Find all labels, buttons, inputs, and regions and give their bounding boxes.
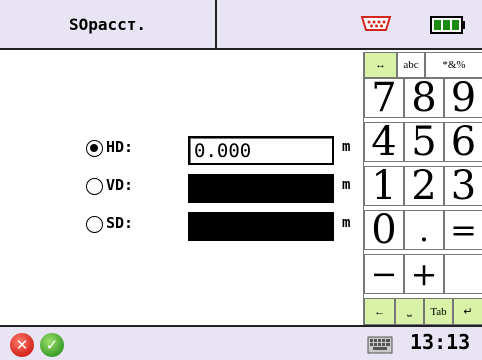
- space-key[interactable]: ⎵: [395, 298, 424, 325]
- hd-unit: m: [342, 139, 351, 155]
- key-plus[interactable]: +: [404, 254, 444, 294]
- sd-unit: m: [342, 215, 351, 231]
- sd-radio[interactable]: [86, 216, 103, 233]
- hd-input[interactable]: 0.000: [188, 136, 334, 165]
- vd-input[interactable]: [188, 174, 334, 203]
- status-bar: ✕ ✓ 13:13: [0, 325, 482, 360]
- clock: 13:13: [410, 330, 471, 354]
- hd-value: 0.000: [194, 140, 252, 162]
- title-bar: SOрасст.: [0, 0, 482, 50]
- hd-radio[interactable]: [86, 140, 103, 157]
- enter-key[interactable]: ↵: [453, 298, 482, 325]
- key-0[interactable]: 0: [364, 210, 404, 250]
- vd-unit: m: [342, 177, 351, 193]
- key-6[interactable]: 6: [444, 122, 482, 162]
- keyboard-icon[interactable]: [367, 335, 393, 355]
- key-2[interactable]: 2: [404, 166, 444, 206]
- key-4[interactable]: 4: [364, 122, 404, 162]
- key-blank[interactable]: [444, 254, 482, 294]
- key-1[interactable]: 1: [364, 166, 404, 206]
- vd-label: VD:: [106, 176, 134, 194]
- backspace-key[interactable]: ←: [364, 298, 395, 325]
- serial-connector-icon: [360, 16, 392, 31]
- battery-full-icon: [430, 16, 465, 34]
- vd-radio[interactable]: [86, 178, 103, 195]
- onscreen-keypad: ↔ abc *&% 7 8 9 4 5 6 1 2 3 0 . = − + ← …: [363, 52, 482, 325]
- key-3[interactable]: 3: [444, 166, 482, 206]
- sd-input[interactable]: [188, 212, 334, 241]
- key-decimal[interactable]: .: [404, 210, 444, 250]
- key-5[interactable]: 5: [404, 122, 444, 162]
- screen-title: SOрасст.: [0, 0, 217, 48]
- tab-key[interactable]: Tab: [424, 298, 453, 325]
- hd-label: HD:: [106, 138, 134, 156]
- ok-icon[interactable]: ✓: [40, 333, 64, 357]
- key-9[interactable]: 9: [444, 78, 482, 118]
- cancel-icon[interactable]: ✕: [10, 333, 34, 357]
- key-equals[interactable]: =: [444, 210, 482, 250]
- key-8[interactable]: 8: [404, 78, 444, 118]
- keypad-control-bar: ← ⎵ Tab ↵: [364, 298, 482, 325]
- key-minus[interactable]: −: [364, 254, 404, 294]
- key-7[interactable]: 7: [364, 78, 404, 118]
- sd-label: SD:: [106, 214, 134, 232]
